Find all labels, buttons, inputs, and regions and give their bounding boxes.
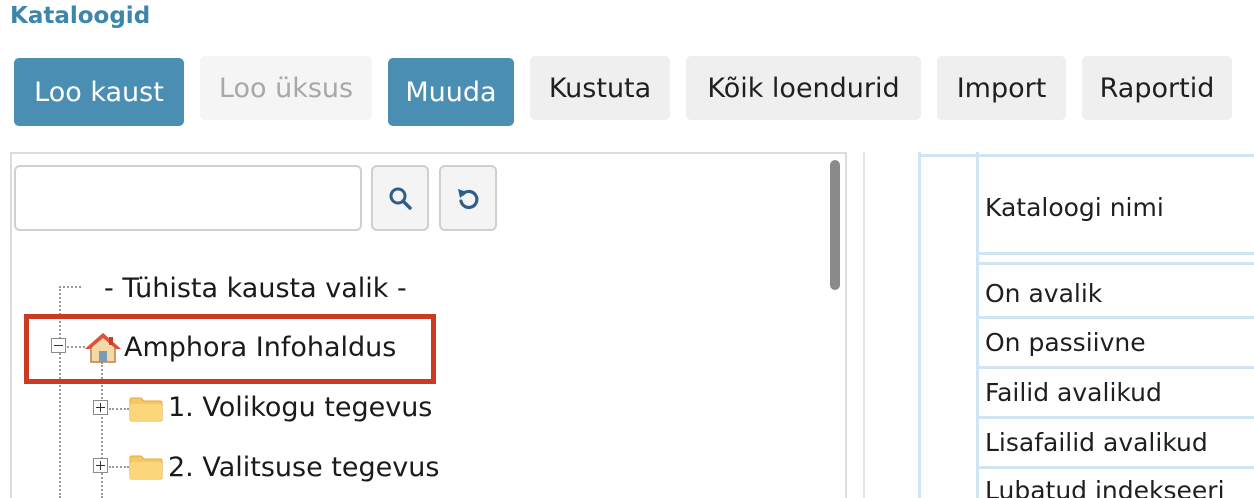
detail-label-files-public: Failid avalikud [985, 378, 1162, 407]
tree-reset-button[interactable] [439, 165, 497, 231]
detail-label-attachments-public: Lisafailid avalikud [985, 428, 1208, 457]
tree-connector [109, 466, 129, 468]
detail-label-passive: On passiivne [985, 328, 1146, 357]
tree-connector [59, 286, 81, 288]
tree-item-label: - Tühista kausta valik - [104, 273, 407, 304]
delete-button[interactable]: Kustuta [530, 56, 670, 120]
create-folder-button[interactable]: Loo kaust [14, 58, 184, 126]
tree-item-label: 1. Volikogu tegevus [168, 392, 433, 423]
folder-icon [129, 397, 163, 422]
create-item-button[interactable]: Loo üksus [200, 56, 372, 120]
detail-label-indexing: Lubatud indekseeri [985, 476, 1225, 498]
edit-button[interactable]: Muuda [388, 58, 514, 126]
pane-divider [863, 152, 865, 498]
reports-button[interactable]: Raportid [1082, 56, 1232, 120]
page-title: Kataloogid [10, 3, 151, 29]
tree-expand-toggle[interactable] [93, 400, 108, 415]
tree-connector [109, 408, 129, 410]
tree-search-button[interactable] [371, 165, 429, 231]
tree-scrollbar[interactable] [830, 160, 840, 290]
folder-icon [129, 455, 163, 480]
catalog-page: Kataloogid Loo kaust Loo üksus Muuda Kus… [0, 0, 1254, 498]
all-counters-button[interactable]: Kõik loendurid [686, 56, 921, 120]
tree-expand-toggle[interactable] [93, 458, 108, 473]
detail-label-name: Kataloogi nimi [985, 193, 1164, 222]
refresh-icon [458, 189, 479, 210]
magnifier-icon [389, 187, 412, 210]
tree-item-label: 2. Valitsuse tegevus [168, 452, 440, 483]
selection-highlight [24, 314, 436, 384]
tree-item-council[interactable]: 1. Volikogu tegevus [168, 392, 432, 423]
import-button[interactable]: Import [937, 56, 1066, 120]
detail-label-public: On avalik [985, 279, 1103, 308]
tree-search-input[interactable] [14, 165, 362, 231]
tree-item-clear-selection[interactable]: - Tühista kausta valik - [104, 273, 407, 304]
tree-item-government[interactable]: 2. Valitsuse tegevus [168, 452, 439, 483]
